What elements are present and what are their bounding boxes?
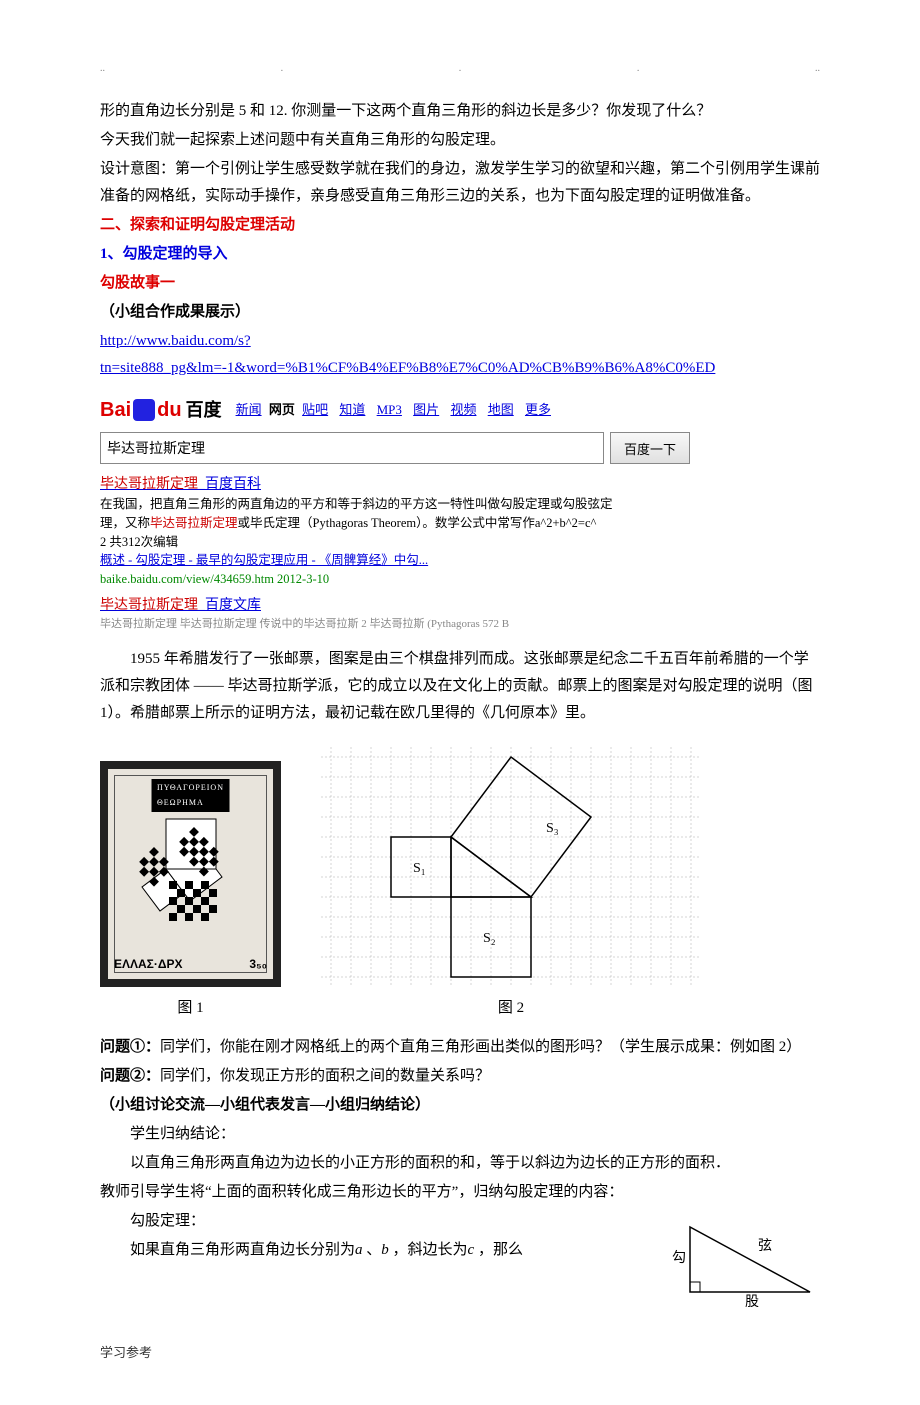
nav-tieba[interactable]: 贴吧 [302, 402, 328, 417]
caption-fig2: 图 2 [321, 995, 701, 1022]
intro-p3: 设计意图：第一个引例让学生感受数学就在我们的身边，激发学生学习的欲望和兴趣，第二… [100, 156, 820, 210]
body-p1: 1955 年希腊发行了一张邮票，图案是由三个棋盘排列而成。这张邮票是纪念二千五百… [100, 646, 820, 727]
intro-p2: 今天我们就一起探索上述问题中有关直角三角形的勾股定理。 [100, 127, 820, 154]
story-title: 勾股故事一 [100, 270, 820, 297]
result-1-title[interactable]: 毕达哥拉斯定理_百度百科 [100, 477, 261, 492]
label-s2: S₂ [483, 931, 496, 946]
intro-p1: 形的直角边长分别是 5 和 12. 你测量一下这两个直角三角形的斜边长是多少？你… [100, 98, 820, 125]
footer: 学习参考 [100, 1341, 820, 1364]
svg-text:弦: 弦 [758, 1238, 772, 1254]
label-s3: S₃ [546, 821, 559, 836]
nav-video[interactable]: 视频 [450, 402, 476, 417]
result-1-sublinks[interactable]: 概述 - 勾股定理 - 最早的勾股定理应用 - 《周髀算经》中勾... [100, 553, 428, 567]
header-dots: ....... [100, 60, 820, 78]
baidu-logo: Bai du 百度 [100, 392, 222, 428]
nav-web[interactable]: 网页 [269, 402, 295, 417]
nav-map[interactable]: 地图 [488, 402, 514, 417]
stamp-checkerboard-icon [136, 809, 246, 929]
nav-mp3[interactable]: MP3 [377, 402, 402, 417]
group-show: （小组合作成果展示） [100, 299, 820, 326]
squares-diagram: S₁ S₂ S₃ [321, 747, 701, 987]
nav-news[interactable]: 新闻 [236, 402, 262, 417]
svg-text:勾: 勾 [672, 1250, 686, 1266]
question-2: 问题②：同学们，你发现正方形的面积之间的数量关系吗？ [100, 1063, 820, 1090]
student-conclusion: 以直角三角形两直角边为边长的小正方形的面积的和，等于以斜边为边长的正方形的面积． [100, 1150, 820, 1177]
result-2-title[interactable]: 毕达哥拉斯定理_百度文库 [100, 598, 261, 613]
search-button[interactable]: 百度一下 [610, 432, 690, 464]
result-1: 毕达哥拉斯定理_百度百科 在我国，把直角三角形的两直角边的平方和等于斜边的平方这… [100, 474, 820, 589]
right-triangle-figure: 勾 弦 股 [670, 1212, 820, 1307]
baidu-url-link[interactable]: http://www.baidu.com/s?tn=site888_pg&lm=… [100, 333, 715, 376]
nav-image[interactable]: 图片 [413, 402, 439, 417]
student-conclusion-label: 学生归纳结论： [100, 1121, 820, 1148]
svg-text:股: 股 [745, 1295, 759, 1307]
baidu-paw-icon [133, 399, 155, 421]
question-1: 问题①：同学们，你能在刚才网格纸上的两个直角三角形画出类似的图形吗？（学生展示成… [100, 1034, 820, 1061]
baidu-screenshot: Bai du 百度 新闻 网页 贴吧 知道 MP3 图片 视频 地图 更多 百度… [100, 392, 820, 632]
section-2-title: 二、探索和证明勾股定理活动 [100, 212, 820, 239]
baidu-nav: 新闻 网页 贴吧 知道 MP3 图片 视频 地图 更多 [232, 398, 555, 421]
group-discuss: （小组讨论交流—小组代表发言—小组归纳结论） [100, 1092, 820, 1119]
label-s1: S₁ [413, 861, 426, 876]
search-input[interactable] [100, 432, 604, 464]
stamp-figure: ΠΥΘΑΓΟΡΕΙΟΝΘΕΩΡΗΜΑ [100, 761, 281, 987]
teacher-guide: 教师引导学生将“上面的面积转化成三角形边长的平方”，归纳勾股定理的内容： [100, 1179, 820, 1206]
result-2: 毕达哥拉斯定理_百度文库 毕达哥拉斯定理 毕达哥拉斯定理 传说中的毕达哥拉斯 2… [100, 595, 820, 633]
caption-fig1: 图 1 [100, 995, 281, 1022]
section-2-sub1: 1、勾股定理的导入 [100, 241, 820, 268]
nav-more[interactable]: 更多 [525, 402, 551, 417]
nav-zhidao[interactable]: 知道 [339, 402, 365, 417]
